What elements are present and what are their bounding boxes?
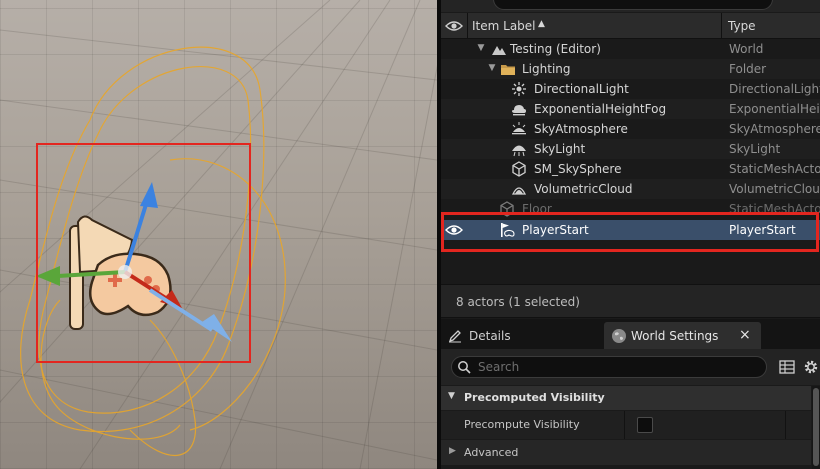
volumetric-cloud-icon (511, 187, 527, 195)
sky-atmosphere-icon (512, 122, 526, 135)
tab-world-settings-label: World Settings (631, 329, 719, 343)
tab-details-label: Details (469, 329, 511, 343)
height-fog-icon (512, 105, 526, 116)
folder-icon (501, 65, 515, 75)
outliner-row-label: Lighting (522, 62, 571, 76)
outliner-row-label: PlayerStart (522, 223, 589, 237)
outliner-panel: Item Label ▲ Type ▼ Testing (Editor) Wor… (441, 0, 820, 469)
expand-arrow-icon[interactable]: ▶ (449, 446, 456, 456)
close-icon[interactable]: × (739, 327, 751, 343)
outliner-search-input[interactable] (493, 0, 773, 10)
scrollbar-thumb[interactable] (813, 388, 819, 466)
property-row-precompute-visibility: Precompute Visibility (441, 411, 811, 439)
outliner-row-sky-light[interactable]: SkyLight SkyLight (441, 139, 820, 159)
outliner-row-type: SkyAtmosphere (729, 122, 820, 136)
level-viewport[interactable] (0, 0, 437, 469)
outliner-row-sky-atmosphere[interactable]: SkyAtmosphere SkyAtmosphere (441, 119, 820, 139)
tab-world-settings[interactable]: World Settings × (604, 322, 761, 349)
table-view-icon[interactable] (779, 359, 795, 375)
outliner-row-label: Testing (Editor) (510, 42, 601, 56)
outliner-row-directional-light[interactable]: DirectionalLight DirectionalLight (441, 79, 820, 99)
outliner-row-label: Floor (522, 202, 552, 216)
column-separator (467, 13, 468, 39)
outliner-row-type: World (729, 42, 764, 56)
outliner-row-type: PlayerStart (729, 223, 796, 237)
outliner-row-sm-skysphere[interactable]: SM_SkySphere StaticMeshActo (441, 159, 820, 179)
column-separator[interactable] (721, 13, 722, 39)
outliner-row-lighting-folder[interactable]: ▼ Lighting Folder (441, 59, 820, 79)
outliner-row-floor[interactable]: Floor StaticMeshActo (441, 199, 820, 219)
property-label: Precompute Visibility (464, 418, 580, 431)
outliner-tree: ▼ Testing (Editor) World ▼ Lighting Fold… (441, 39, 820, 284)
outliner-row-type: ExponentialHeig (729, 102, 820, 116)
tab-details[interactable]: Details (441, 322, 601, 349)
actor-count-label: 8 actors (1 selected) (456, 295, 580, 309)
outliner-row-label: SkyLight (534, 142, 586, 156)
category-precomputed-visibility[interactable]: ▼ Precomputed Visibility (441, 386, 811, 410)
outliner-row-type: VolumetricClouc (729, 182, 820, 196)
category-title: Advanced (464, 446, 519, 459)
actor-count-bar: 8 actors (1 selected) (441, 284, 820, 318)
details-search-box[interactable] (451, 356, 767, 378)
sky-light-icon (512, 145, 526, 157)
expand-arrow-icon[interactable]: ▼ (486, 62, 498, 74)
outliner-column-header: Item Label ▲ Type (441, 13, 820, 39)
outliner-row-label: DirectionalLight (534, 82, 629, 96)
world-icon (492, 46, 506, 55)
outliner-row-type: StaticMeshActo (729, 162, 820, 176)
type-column-header[interactable]: Type (728, 19, 756, 33)
player-start-icon (501, 223, 515, 237)
details-scrollbar[interactable] (812, 386, 820, 469)
outliner-row-player-start[interactable]: PlayerStart PlayerStart (441, 220, 820, 240)
expand-arrow-icon[interactable]: ▼ (475, 42, 487, 54)
outliner-toolbar (441, 0, 820, 12)
outliner-row-type: SkyLight (729, 142, 781, 156)
category-title: Precomputed Visibility (464, 391, 605, 404)
sort-ascending-icon[interactable]: ▲ (538, 19, 545, 29)
outliner-row-label: ExponentialHeightFog (534, 102, 667, 116)
directional-light-icon (512, 82, 526, 96)
outliner-row-volumetric-cloud[interactable]: VolumetricCloud VolumetricClouc (441, 179, 820, 199)
globe-icon (612, 329, 626, 343)
static-mesh-icon (512, 161, 526, 177)
outliner-row-type: StaticMeshActo (729, 202, 820, 216)
search-icon (458, 361, 471, 374)
visibility-eye-icon[interactable] (445, 222, 463, 238)
details-toolbar (441, 349, 820, 385)
outliner-row-type: DirectionalLight (729, 82, 820, 96)
outliner-row-world[interactable]: ▼ Testing (Editor) World (441, 39, 820, 59)
category-advanced[interactable]: ▶ Advanced (441, 440, 811, 465)
static-mesh-icon (500, 201, 514, 217)
pencil-icon (448, 330, 461, 343)
outliner-row-label: SkyAtmosphere (534, 122, 628, 136)
outliner-row-exponential-height-fog[interactable]: ExponentialHeightFog ExponentialHeig (441, 99, 820, 119)
viewport-selection-highlight (36, 143, 251, 363)
outliner-row-label: SM_SkySphere (534, 162, 622, 176)
precompute-visibility-checkbox[interactable] (637, 417, 653, 433)
item-label-column-header[interactable]: Item Label (472, 19, 536, 33)
outliner-row-label: VolumetricCloud (534, 182, 633, 196)
collapse-arrow-icon[interactable]: ▼ (448, 391, 455, 401)
property-column-splitter[interactable] (624, 411, 625, 439)
visibility-eye-icon[interactable] (445, 18, 463, 34)
gear-icon[interactable] (802, 358, 820, 376)
details-tab-bar: Details World Settings × (441, 319, 820, 349)
property-reset-column (785, 411, 786, 439)
details-search-input[interactable] (478, 359, 758, 375)
outliner-row-type: Folder (729, 62, 767, 76)
